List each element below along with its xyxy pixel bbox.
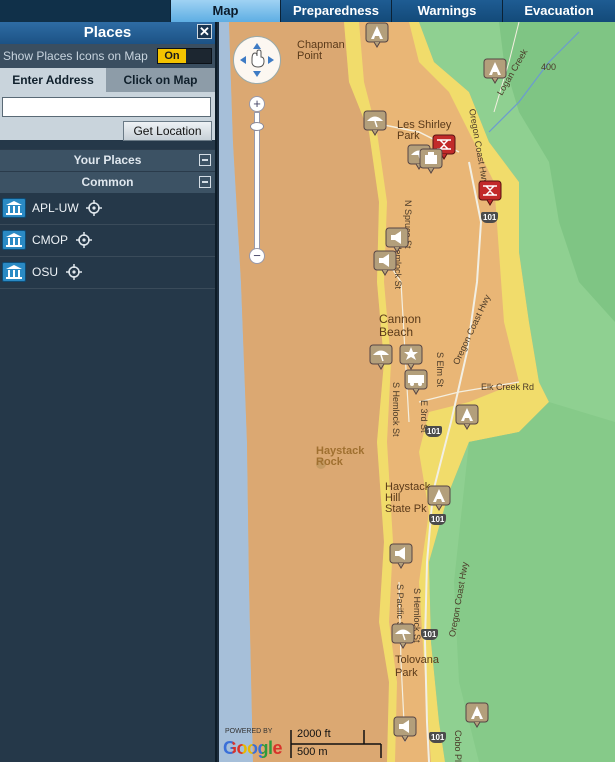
your-places-label: Your Places [73, 153, 142, 167]
places-sidebar: Places ✕ Show Places Icons on Map On Ent… [0, 22, 217, 762]
place-item[interactable]: APL-UW [0, 193, 215, 225]
highway-shield: 101 [425, 426, 443, 437]
assembly-point-marker[interactable] [455, 404, 479, 430]
zoom-slider-handle[interactable] [250, 122, 264, 131]
label-chapman-point: Chapman Point [297, 39, 345, 62]
your-places-header[interactable]: Your Places [0, 149, 215, 171]
building-icon [2, 262, 26, 282]
toggle-on-label: On [158, 49, 186, 63]
place-item[interactable]: OSU [0, 257, 215, 289]
map-scale: 2000 ft 500 m [289, 728, 399, 760]
label-haystack-hill: Haystack Hill State Pk [385, 481, 431, 515]
zoom-out-button[interactable]: − [249, 248, 265, 264]
show-icons-row: Show Places Icons on Map On [0, 44, 215, 68]
pan-control[interactable] [233, 36, 281, 84]
common-label: Common [81, 175, 134, 189]
address-panel: Get Location [0, 92, 215, 141]
highway-shield: 101 [481, 212, 499, 223]
place-name: OSU [32, 265, 59, 279]
close-icon[interactable]: ✕ [197, 24, 212, 39]
label-elk-creek-rd: Elk Creek Rd [481, 382, 535, 392]
building-icon [2, 198, 26, 218]
beach-access-marker[interactable] [363, 110, 387, 136]
scale-feet: 2000 ft [297, 728, 331, 740]
tab-click-on-map[interactable]: Click on Map [106, 68, 215, 92]
places-header: Places ✕ [0, 22, 215, 44]
assembly-point-marker[interactable] [365, 22, 389, 48]
locate-crosshair-icon[interactable] [86, 200, 102, 216]
siren-marker[interactable] [389, 543, 413, 569]
beach-access-marker[interactable] [391, 623, 415, 649]
powered-by-label: POWERED BY [225, 728, 273, 735]
top-nav: Map Preparedness Warnings Evacuation [0, 0, 615, 22]
collapse-icon[interactable] [199, 176, 211, 188]
evacuation-route-marker[interactable] [404, 369, 428, 395]
zoom-in-button[interactable]: + [249, 96, 265, 112]
tab-preparedness[interactable]: Preparedness [280, 0, 391, 22]
label-s-hemlock-st: S Hemlock St [391, 382, 401, 437]
get-location-button[interactable]: Get Location [123, 121, 212, 141]
beach-access-marker[interactable] [369, 344, 393, 370]
zoom-track[interactable] [254, 112, 260, 254]
collapse-icon[interactable] [199, 154, 211, 166]
places-title: Places [83, 24, 132, 41]
google-logo-text: Google [223, 738, 283, 758]
place-name: APL-UW [32, 201, 79, 215]
show-icons-label: Show Places Icons on Map [3, 49, 148, 63]
google-logo[interactable]: Google [223, 738, 283, 759]
fire-station-marker[interactable] [419, 148, 443, 174]
police-marker[interactable] [399, 344, 423, 370]
tab-enter-address[interactable]: Enter Address [0, 68, 106, 92]
building-icon [2, 230, 26, 250]
siren-marker[interactable] [373, 250, 397, 276]
tab-map[interactable]: Map [170, 0, 280, 22]
label-elevation: 400 [541, 62, 557, 72]
nav-spacer [0, 0, 170, 22]
locate-crosshair-icon[interactable] [76, 232, 92, 248]
locate-crosshair-icon[interactable] [66, 264, 82, 280]
place-item[interactable]: CMOP [0, 225, 215, 257]
label-cobo-pl: Cobo Pl [453, 730, 463, 762]
common-header[interactable]: Common [0, 171, 215, 193]
label-s-elm-st: S Elm St [435, 352, 445, 388]
highway-shield: 101 [421, 629, 439, 640]
assembly-point-marker[interactable] [427, 485, 451, 511]
tab-warnings[interactable]: Warnings [391, 0, 502, 22]
address-tabs: Enter Address Click on Map [0, 68, 215, 92]
scale-meters: 500 m [297, 746, 328, 758]
highway-shield: 101 [429, 514, 447, 525]
label-haystack-rock: Haystack Rock [316, 445, 365, 468]
zoom-control: + − [249, 96, 265, 270]
tab-evacuation[interactable]: Evacuation [502, 0, 615, 22]
assembly-point-marker[interactable] [483, 58, 507, 84]
address-input[interactable] [2, 97, 211, 117]
label-cannon-beach: Cannon Beach [379, 312, 422, 339]
hospital-marker[interactable] [478, 180, 502, 206]
label-tolovana-park: Tolovana Park [395, 654, 440, 679]
assembly-point-marker[interactable] [465, 702, 489, 728]
place-name: CMOP [32, 233, 68, 247]
highway-shield: 101 [429, 732, 447, 743]
hazard-map[interactable]: Chapman Point Les Shirley Park Cannon Be… [219, 22, 615, 762]
show-icons-toggle[interactable]: On [157, 48, 212, 64]
